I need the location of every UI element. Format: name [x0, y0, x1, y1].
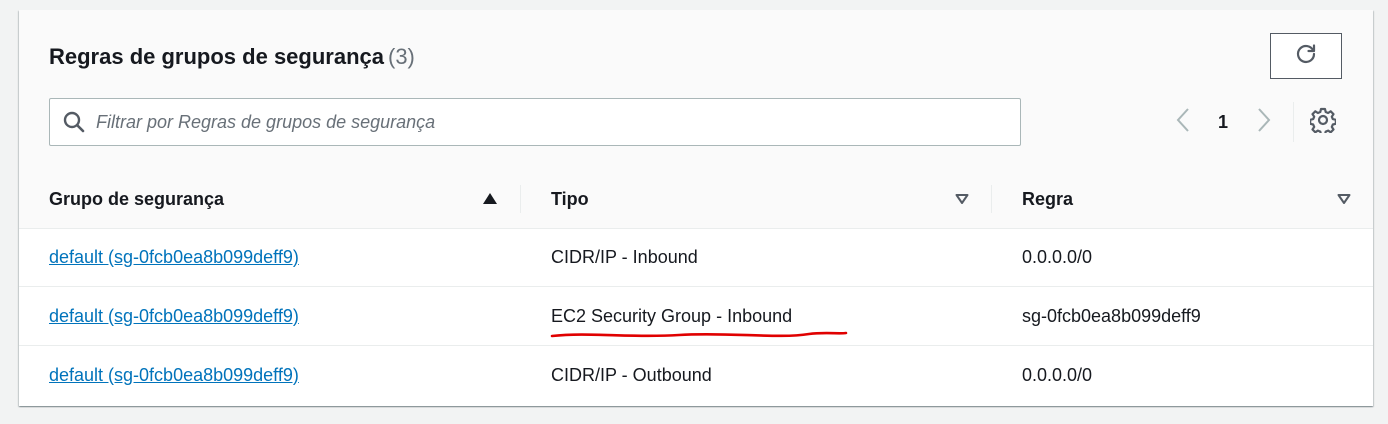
security-group-rules-panel: Regras de grupos de segurança (3) Filtra…	[19, 10, 1373, 406]
column-label: Grupo de segurança	[49, 188, 225, 209]
table-row: default (sg-0fcb0ea8b099deff9) EC2 Secur…	[19, 287, 1373, 346]
type-cell: EC2 Security Group - Inbound	[551, 305, 793, 326]
refresh-icon	[1294, 42, 1318, 71]
security-group-cell: default (sg-0fcb0ea8b099deff9)	[49, 346, 299, 404]
column-divider[interactable]	[991, 185, 992, 213]
column-label: Regra	[1022, 188, 1074, 209]
security-group-link[interactable]: default (sg-0fcb0ea8b099deff9)	[49, 365, 299, 386]
gear-icon	[1309, 107, 1337, 138]
security-group-cell: default (sg-0fcb0ea8b099deff9)	[49, 287, 299, 345]
column-header-security-group[interactable]: Grupo de segurança	[49, 170, 224, 228]
column-divider[interactable]	[520, 185, 521, 213]
column-header-type[interactable]: Tipo	[551, 170, 589, 228]
current-page-number[interactable]: 1	[1215, 111, 1231, 133]
chevron-left-icon	[1176, 107, 1190, 138]
rule-cell: 0.0.0.0/0	[1022, 364, 1093, 385]
rule-count: (3)	[388, 44, 415, 69]
search-field[interactable]	[49, 98, 1021, 146]
title-text: Regras de grupos de segurança	[49, 44, 384, 69]
page-title: Regras de grupos de segurança (3)	[49, 44, 415, 70]
type-cell: CIDR/IP - Outbound	[551, 364, 712, 385]
column-header-rule[interactable]: Regra	[1022, 170, 1073, 228]
security-group-cell: default (sg-0fcb0ea8b099deff9)	[49, 228, 299, 286]
security-group-link[interactable]: default (sg-0fcb0ea8b099deff9)	[49, 306, 299, 327]
table-header: Grupo de segurança Tipo Regra	[19, 170, 1373, 229]
sort-ascending-icon[interactable]	[482, 191, 498, 207]
refresh-button[interactable]	[1270, 33, 1342, 79]
chevron-right-icon	[1257, 107, 1271, 138]
sort-caret-down-icon[interactable]	[1336, 191, 1352, 207]
security-group-link[interactable]: default (sg-0fcb0ea8b099deff9)	[49, 247, 299, 268]
pager-divider	[1293, 102, 1294, 142]
preferences-button[interactable]	[1309, 107, 1337, 138]
next-page-button[interactable]	[1254, 107, 1274, 137]
previous-page-button[interactable]	[1173, 107, 1193, 137]
table-row: default (sg-0fcb0ea8b099deff9) CIDR/IP -…	[19, 346, 1373, 405]
sort-caret-down-icon[interactable]	[954, 191, 970, 207]
table-row: default (sg-0fcb0ea8b099deff9) CIDR/IP -…	[19, 228, 1373, 287]
rule-cell: sg-0fcb0ea8b099deff9	[1022, 305, 1201, 326]
type-cell: CIDR/IP - Inbound	[551, 246, 698, 267]
panel-header: Regras de grupos de segurança (3) Filtra…	[19, 10, 1373, 171]
column-label: Tipo	[551, 188, 589, 209]
search-icon	[62, 110, 86, 134]
search-input[interactable]	[96, 99, 1020, 145]
rule-cell: 0.0.0.0/0	[1022, 246, 1093, 267]
